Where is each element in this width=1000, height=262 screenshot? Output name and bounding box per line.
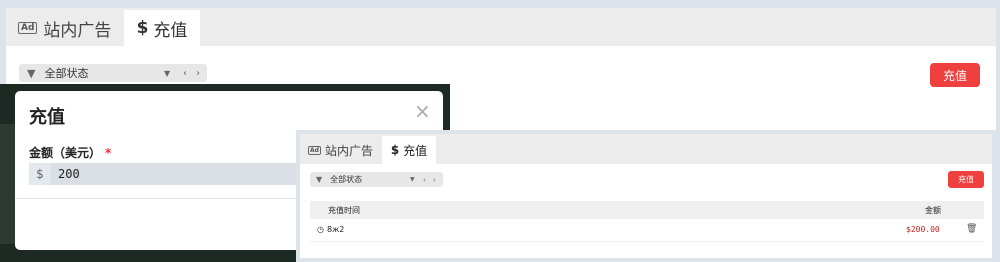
chevron-down-icon[interactable]: ▼	[164, 69, 170, 78]
dollar-icon: $	[390, 143, 400, 157]
recharge-button[interactable]: 充值	[930, 63, 980, 87]
embedded-tab-bar: Ad 站内广告 $ 充值	[300, 134, 992, 164]
clock-icon: ◷	[317, 225, 324, 234]
embedded-tab-recharge[interactable]: $ 充值	[382, 136, 436, 164]
embedded-tab-recharge-label: 充值	[403, 143, 428, 158]
tab-site-ads[interactable]: Ad 站内广告	[18, 10, 111, 46]
table-row: ◷ 8ж2 $200.00 🗑	[310, 219, 984, 242]
required-marker: *	[105, 146, 112, 160]
status-filter-value: 全部状态	[44, 67, 89, 80]
filter-icon: ▼	[316, 175, 323, 184]
amount-label: 金额（美元） *	[29, 144, 111, 161]
embedded-tab-site-ads[interactable]: Ad 站内广告	[308, 136, 373, 164]
chevron-left-icon[interactable]: ‹	[183, 68, 187, 79]
tab-bar: Ad 站内广告 $ 充值	[6, 8, 996, 46]
ad-icon: Ad	[308, 145, 321, 155]
chevron-left-icon[interactable]: ‹	[423, 176, 426, 184]
embedded-status-filter-value: 全部状态	[330, 175, 363, 184]
status-filter[interactable]: ▼ 全部状态 ▼ ‹ ›	[19, 64, 207, 82]
chevron-right-icon[interactable]: ›	[433, 176, 436, 184]
chevron-down-icon[interactable]: ▼	[410, 176, 415, 183]
filter-icon: ▼	[27, 66, 36, 80]
ad-icon: Ad	[18, 22, 38, 34]
column-recharge-time: 充值时间	[328, 206, 360, 215]
embedded-screenshot: Ad 站内广告 $ 充值 ▼ 全部状态 ▼ ‹ › 充值 充值时间 金额 ◷ 8…	[296, 130, 996, 262]
close-icon[interactable]: ×	[414, 99, 431, 123]
embedded-status-filter[interactable]: ▼ 全部状态 ▼ ‹ ›	[310, 172, 443, 187]
currency-prefix: $	[29, 163, 51, 185]
amount-label-text: 金额（美元）	[29, 146, 102, 160]
row-amount: $200.00	[906, 225, 940, 234]
chevron-right-icon[interactable]: ›	[196, 68, 200, 79]
table-header: 充值时间 金额	[310, 201, 984, 219]
modal-title: 充值	[29, 107, 65, 128]
embedded-panel: Ad 站内广告 $ 充值 ▼ 全部状态 ▼ ‹ › 充值 充值时间 金额 ◷ 8…	[300, 134, 992, 258]
column-amount: 金额	[925, 206, 941, 215]
embedded-recharge-button[interactable]: 充值	[948, 171, 984, 188]
tab-recharge-label: 充值	[153, 20, 188, 41]
trash-icon[interactable]: 🗑	[966, 224, 977, 234]
dollar-icon: $	[136, 18, 149, 38]
tab-site-ads-label: 站内广告	[43, 20, 112, 41]
tab-recharge[interactable]: $ 充值	[124, 10, 200, 46]
row-time: 8ж2	[327, 225, 345, 234]
embedded-tab-site-ads-label: 站内广告	[324, 143, 373, 158]
